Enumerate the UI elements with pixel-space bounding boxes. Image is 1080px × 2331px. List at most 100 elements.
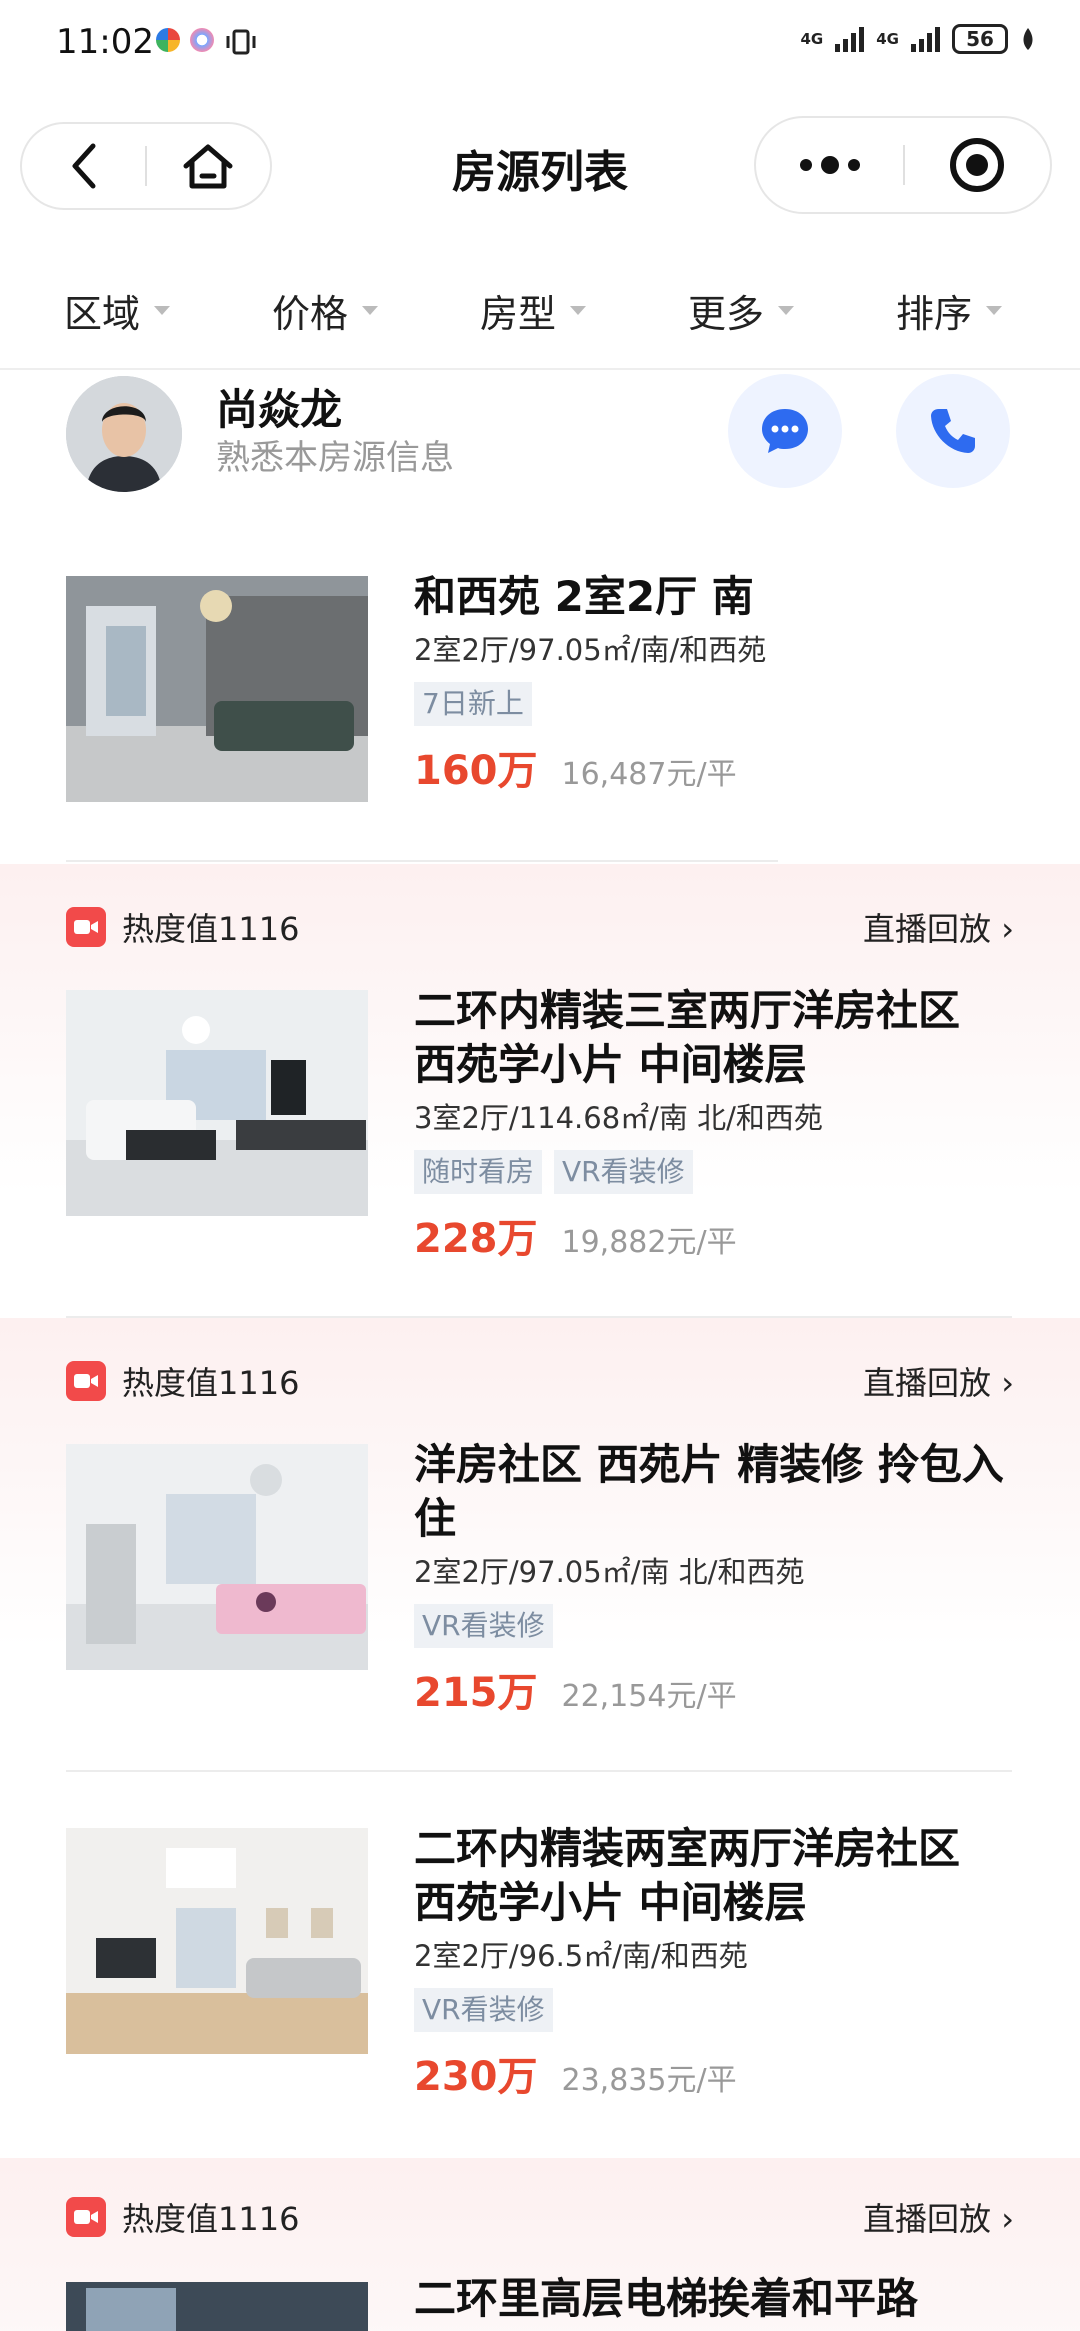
agent-name: 尚焱龙 — [216, 385, 343, 434]
filter-region[interactable]: 区域 — [0, 252, 208, 368]
more-dots-icon — [799, 156, 860, 174]
listing-title: 洋房社区 西苑片 精装修 拎包入住 — [414, 1440, 1004, 1543]
filter-sort[interactable]: 排序 — [832, 252, 1040, 368]
listing-title: 和西苑 2室2厅 南 — [414, 572, 754, 621]
notification-icons — [156, 28, 258, 56]
listing-title: 二环里高层电梯挨着和平路 — [414, 2274, 919, 2323]
status-indicators: 4G 4G 56 — [801, 24, 1037, 54]
filter-more[interactable]: 更多 — [624, 252, 832, 368]
network-type: 4G — [876, 30, 899, 48]
filter-label: 房型 — [480, 291, 557, 336]
listing-title: 二环内精装两室两厅洋房社区 西苑学小片 中间楼层 — [414, 1824, 961, 1927]
live-replay-link[interactable]: 直播回放 › — [863, 1358, 1014, 1404]
listing-info: 和西苑 2室2厅 南 2室2厅/97.05㎡/南/和西苑 7日新上 160万 1… — [414, 570, 1014, 796]
filter-label: 价格 — [272, 291, 349, 336]
listing-card[interactable]: 二环内精装两室两厅洋房社区 西苑学小片 中间楼层 2室2厅/96.5㎡/南/和西… — [0, 1772, 1080, 2152]
agent-card: 尚焱龙 熟悉本房源信息 — [0, 372, 1080, 502]
heat-value: 热度值1116 — [122, 2200, 300, 2238]
unit-price: 19,882元/平 — [561, 1225, 737, 1260]
network-type: 4G — [800, 30, 824, 48]
divider — [66, 860, 778, 862]
listing-info: 二环内精装两室两厅洋房社区 西苑学小片 中间楼层 2室2厅/96.5㎡/南/和西… — [414, 1822, 1014, 2102]
mini-program-capsule — [754, 116, 1052, 214]
listing-card[interactable]: 和西苑 2室2厅 南 2室2厅/97.05㎡/南/和西苑 7日新上 160万 1… — [0, 560, 1080, 860]
listing-info: 二环内精装三室两厅洋房社区 西苑学小片 中间楼层 3室2厅/114.68㎡/南 … — [414, 984, 1014, 1264]
heat-value: 热度值1116 — [122, 910, 300, 948]
filter-label: 更多 — [688, 291, 765, 336]
dropdown-triangle-icon — [154, 305, 171, 315]
listing-card[interactable]: 热度值1116 直播回放 › 二环里高层电梯挨着和平路 — [0, 2158, 1080, 2331]
unit-price: 16,487元/平 — [561, 757, 737, 792]
dropdown-triangle-icon — [570, 305, 587, 315]
call-button[interactable] — [896, 374, 1010, 488]
filter-bar: 区域 价格 房型 更多 排序 — [0, 252, 1080, 370]
heat-row: 热度值1116 直播回放 › — [66, 904, 1080, 950]
listing-tag: VR看装修 — [414, 1988, 553, 2032]
dropdown-triangle-icon — [778, 305, 795, 315]
filter-price[interactable]: 价格 — [208, 252, 416, 368]
price-row: 160万 16,487元/平 — [414, 738, 1014, 796]
unit-price: 22,154元/平 — [561, 1679, 737, 1714]
dropdown-triangle-icon — [362, 305, 379, 315]
close-button[interactable] — [905, 118, 1050, 212]
listing-tag: 随时看房 — [414, 1150, 543, 1194]
listing-info: 二环里高层电梯挨着和平路 — [414, 2272, 1014, 2326]
listing-tag: 7日新上 — [414, 682, 532, 726]
listing-card[interactable]: 热度值1116 直播回放 › 洋房社区 西苑片 精装修 拎包入住 2室2厅/97… — [0, 1318, 1080, 1772]
listing-title: 二环内精装三室两厅洋房社区 西苑学小片 中间楼层 — [414, 986, 961, 1089]
dropdown-triangle-icon — [986, 305, 1003, 315]
listing-spec: 2室2厅/97.05㎡/南 北/和西苑 — [414, 1555, 805, 1589]
heat-value: 热度值1116 — [122, 1364, 300, 1402]
signal-icon — [835, 26, 865, 52]
filter-label: 区域 — [64, 291, 141, 336]
unit-price: 23,835元/平 — [561, 2063, 737, 2098]
heat-row: 热度值1116 直播回放 › — [66, 2194, 1080, 2240]
listing-spec: 2室2厅/96.5㎡/南/和西苑 — [414, 1939, 748, 1973]
agent-subtitle: 熟悉本房源信息 — [216, 438, 454, 478]
target-circle-icon — [950, 138, 1005, 192]
listing-price: 160万 — [414, 748, 538, 794]
listing-tag: VR看装修 — [414, 1604, 553, 1648]
chat-button[interactable] — [728, 374, 842, 488]
listing-photo — [66, 1444, 368, 1670]
listing-spec: 2室2厅/97.05㎡/南/和西苑 — [414, 633, 767, 667]
listing-photo — [66, 576, 368, 802]
listing-tag: VR看装修 — [554, 1150, 693, 1194]
vibrate-icon — [226, 29, 256, 55]
status-bar: 11:02 4G 4G 56 — [0, 0, 1080, 88]
video-icon — [66, 2197, 106, 2237]
battery-icon: 56 — [952, 24, 1008, 54]
live-replay-link[interactable]: 直播回放 › — [863, 904, 1014, 950]
listing-tags: 随时看房 VR看装修 — [414, 1150, 1014, 1194]
listing-photo — [66, 990, 368, 1216]
listing-tags: VR看装修 — [414, 1604, 1014, 1648]
listing-spec: 3室2厅/114.68㎡/南 北/和西苑 — [414, 1101, 823, 1135]
status-time: 11:02 — [56, 22, 154, 62]
phone-icon — [931, 409, 975, 453]
filter-layout[interactable]: 房型 — [416, 252, 624, 368]
filter-label: 排序 — [896, 291, 973, 336]
listing-price: 215万 — [414, 1670, 538, 1716]
charging-leaf-icon — [1023, 28, 1033, 50]
listing-info: 洋房社区 西苑片 精装修 拎包入住 2室2厅/97.05㎡/南 北/和西苑 VR… — [414, 1438, 1014, 1718]
video-icon — [66, 907, 106, 947]
agent-photo — [66, 376, 182, 492]
more-button[interactable] — [756, 118, 903, 212]
app-notification-icon — [156, 28, 180, 52]
chat-bubble-icon — [762, 409, 808, 453]
listing-price: 230万 — [414, 2054, 538, 2100]
price-row: 228万 19,882元/平 — [414, 1206, 1014, 1264]
price-row: 230万 23,835元/平 — [414, 2044, 1014, 2102]
live-replay-link[interactable]: 直播回放 › — [863, 2194, 1014, 2240]
app-notification-icon — [190, 28, 214, 52]
price-row: 215万 22,154元/平 — [414, 1660, 1014, 1718]
listing-price: 228万 — [414, 1216, 538, 1262]
listing-card[interactable]: 热度值1116 直播回放 › 二环内精装三室两厅洋房社区 西苑学小片 中间楼层 … — [0, 864, 1080, 1318]
listing-tags: 7日新上 — [414, 682, 1014, 726]
listing-tags: VR看装修 — [414, 1988, 1014, 2032]
listing-photo — [66, 2282, 368, 2331]
signal-icon — [911, 26, 940, 52]
agent-avatar[interactable] — [66, 376, 182, 492]
listing-photo — [66, 1828, 368, 2054]
heat-row: 热度值1116 直播回放 › — [66, 1358, 1080, 1404]
